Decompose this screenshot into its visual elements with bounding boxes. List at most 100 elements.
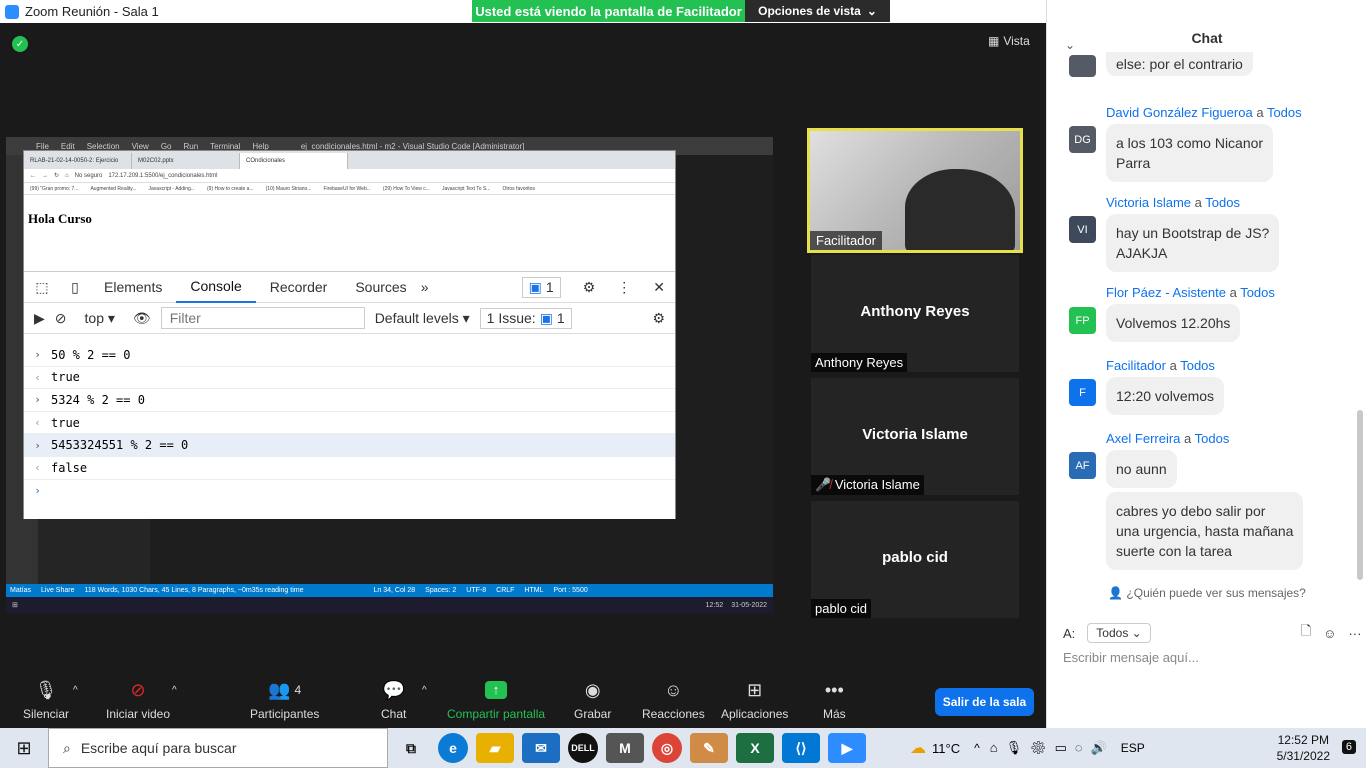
start-video-button[interactable]: ⊘ Iniciar video — [106, 679, 170, 722]
clear-console-icon[interactable]: ⊘ — [55, 310, 67, 327]
bookmark-item[interactable]: FirebaseUI for Web... — [323, 186, 370, 192]
more-options-icon[interactable]: ··· — [1348, 626, 1361, 641]
bookmark-item[interactable]: (29) How To View c... — [383, 186, 430, 192]
tab-console[interactable]: Console — [176, 272, 256, 303]
participant-tile-facilitador[interactable]: Facilitador — [807, 128, 1023, 253]
paint-icon[interactable]: ✎ — [690, 733, 728, 763]
reactions-button[interactable]: ☺ Reacciones — [642, 679, 705, 722]
leave-room-button[interactable]: Salir de la sala — [935, 688, 1034, 716]
file-icon[interactable]: 🗋 — [1301, 622, 1311, 644]
sender-name[interactable]: Axel Ferreira — [1106, 431, 1180, 446]
tab-sources[interactable]: Sources — [341, 272, 420, 303]
excel-icon[interactable]: X — [736, 733, 774, 763]
console-settings-icon[interactable]: ⚙ — [652, 310, 665, 327]
more-tabs-icon[interactable]: » — [421, 279, 429, 295]
status-user[interactable]: Matías — [10, 587, 31, 594]
sender-name[interactable]: Flor Páez - Asistente — [1106, 285, 1226, 300]
more-button[interactable]: ••• Más — [823, 679, 846, 722]
browser-tab[interactable]: M02C02.pptx — [132, 153, 240, 169]
kebab-menu-icon[interactable]: ⋮ — [617, 279, 631, 296]
back-icon[interactable]: ← — [30, 173, 36, 179]
status-language[interactable]: HTML — [524, 587, 543, 594]
levels-select[interactable]: Default levels ▾ — [375, 310, 470, 327]
close-devtools-icon[interactable]: ✕ — [653, 279, 665, 296]
bookmark-item[interactable]: Javascript - Adding... — [149, 186, 195, 192]
input-language[interactable]: ESP — [1121, 741, 1145, 755]
tray-chevron-icon[interactable]: ^ — [974, 741, 980, 755]
task-view-icon[interactable]: ⧉ — [392, 733, 430, 763]
reload-icon[interactable]: ↻ — [54, 172, 59, 179]
recipient-select[interactable]: Todos ⌄ — [1087, 623, 1151, 643]
status-eol[interactable]: CRLF — [496, 587, 514, 594]
emoji-icon[interactable]: ☺ — [1323, 626, 1336, 641]
console-prompt[interactable]: › — [24, 480, 675, 503]
windows-start-icon[interactable]: ⊞ — [0, 728, 48, 768]
mute-button[interactable]: 🎙 Silenciar — [23, 679, 69, 722]
tray-icons[interactable]: ⌂🎙⚙▭◌🔊 — [990, 740, 1115, 756]
record-button[interactable]: ◉ Grabar — [574, 679, 611, 722]
notification-badge[interactable]: 6 — [1341, 740, 1356, 754]
messages-badge[interactable]: ▣ 1 — [521, 276, 561, 298]
status-port[interactable]: Port : 5500 — [553, 587, 587, 594]
tab-elements[interactable]: Elements — [90, 272, 176, 303]
sidebar-toggle-icon[interactable]: ▶ — [34, 310, 45, 327]
issues-button[interactable]: 1 Issue: ▣ 1 — [479, 307, 572, 329]
status-live-share[interactable]: Live Share — [41, 587, 74, 594]
browser-tab[interactable]: RLAB-21-02-14-0050-2: Ejercicio — [24, 153, 132, 169]
apps-button[interactable]: ⊞ Aplicaciones — [721, 679, 788, 722]
url-text[interactable]: 172.17.209.1:5500/ej_condicionales.html — [108, 173, 217, 179]
temperature[interactable]: 11°C — [932, 741, 960, 756]
status-spaces[interactable]: Spaces: 2 — [425, 587, 456, 594]
forward-icon[interactable]: → — [42, 173, 48, 179]
view-button[interactable]: ▦ Vista — [988, 34, 1030, 48]
video-options-chevron-icon[interactable]: ^ — [172, 685, 177, 696]
share-screen-button[interactable]: ↑ Compartir pantalla — [447, 679, 545, 721]
sender-name[interactable]: Facilitador — [1106, 358, 1166, 373]
participant-tile-victoria[interactable]: Victoria Islame 🎤̸ Victoria Islame — [811, 378, 1019, 495]
chat-button[interactable]: 💬 Chat — [381, 679, 406, 722]
mail-icon[interactable]: ✉ — [522, 733, 560, 763]
bookmark-item[interactable]: Javascript Text To S... — [442, 186, 490, 192]
bookmark-item[interactable]: (9) How to create a... — [207, 186, 254, 192]
file-explorer-icon[interactable]: ▰ — [476, 733, 514, 763]
who-can-see-link[interactable]: 👤 ¿Quién puede ver sus mensajes? — [1047, 586, 1366, 600]
taskbar-search[interactable]: ⌕ Escribe aquí para buscar — [48, 728, 388, 768]
tab-recorder[interactable]: Recorder — [256, 272, 342, 303]
settings-gear-icon[interactable]: ⚙ — [583, 279, 596, 296]
security-shield-icon[interactable]: ✓ — [12, 36, 28, 52]
zoom-icon[interactable]: ▶ — [828, 733, 866, 763]
taskbar-clock[interactable]: 12:52 PM 5/31/2022 — [1277, 732, 1330, 764]
status-cursor[interactable]: Ln 34, Col 28 — [374, 587, 416, 594]
mute-options-chevron-icon[interactable]: ^ — [73, 685, 78, 696]
m-app-icon[interactable]: M — [606, 733, 644, 763]
sender-name[interactable]: David González Figueroa — [1106, 105, 1253, 120]
chrome-icon[interactable]: ◎ — [652, 733, 682, 763]
participant-tile-anthony[interactable]: Anthony Reyes Anthony Reyes — [811, 255, 1019, 372]
address-bar[interactable]: ← → ↻ ⌂ No seguro 172.17.209.1:5500/ej_c… — [24, 169, 675, 183]
sender-name[interactable]: Victoria Islame — [1106, 195, 1191, 210]
filter-input[interactable]: Filter — [160, 307, 365, 329]
chat-scrollbar[interactable] — [1357, 410, 1363, 580]
context-select[interactable]: top ▾ — [85, 310, 115, 327]
inspect-icon[interactable]: ⬚ — [24, 279, 60, 296]
bookmark-item[interactable]: (99) "Gran promo: 7... — [30, 186, 78, 192]
view-options-button[interactable]: Opciones de vista ⌄ — [745, 0, 890, 22]
console-result-line: ‹ true — [24, 367, 675, 390]
chat-message-input[interactable]: Escribir mensaje aquí... — [1063, 650, 1199, 665]
dell-icon[interactable]: DELL — [568, 733, 598, 763]
home-icon[interactable]: ⌂ — [65, 173, 69, 179]
bookmark-item[interactable]: Augmented Reality... — [90, 186, 136, 192]
weather-icon[interactable]: ☁ — [910, 738, 926, 758]
participants-button[interactable]: 👥 4 Participantes — [250, 679, 319, 722]
participant-tile-pablo[interactable]: pablo cid pablo cid — [811, 501, 1019, 618]
eye-icon[interactable]: 👁 — [133, 310, 151, 327]
status-encoding[interactable]: UTF-8 — [466, 587, 486, 594]
vscode-icon[interactable]: ⟨⟩ — [782, 733, 820, 763]
edge-icon[interactable]: e — [438, 733, 468, 763]
chat-options-chevron-icon[interactable]: ^ — [422, 685, 427, 696]
device-toggle-icon[interactable]: ▯ — [60, 279, 90, 296]
bookmark-other[interactable]: Otros favoritos — [502, 186, 535, 192]
browser-tab-active[interactable]: COndicionales — [240, 153, 348, 169]
bookmark-item[interactable]: (10) Mauro Striano... — [266, 186, 312, 192]
apps-icon: ⊞ — [747, 679, 763, 700]
